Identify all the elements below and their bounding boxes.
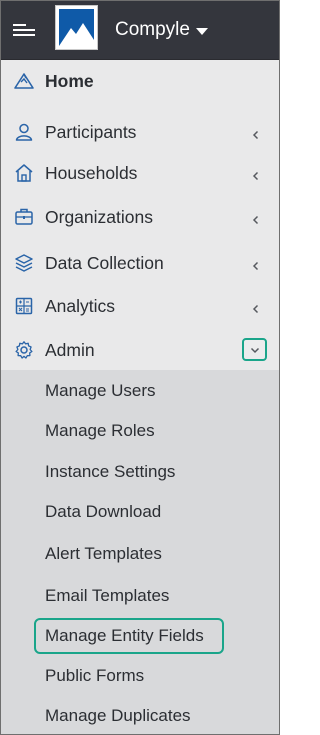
- brand-switcher[interactable]: Compyle: [115, 19, 208, 41]
- nav-item-analytics[interactable]: Analytics: [1, 286, 279, 326]
- nav-item-home[interactable]: Home: [1, 61, 279, 101]
- submenu-item-data-download[interactable]: Data Download: [45, 502, 161, 522]
- chevron-down-icon: [250, 347, 259, 353]
- nav-item-admin[interactable]: Admin: [1, 330, 279, 370]
- chevron-left-icon: [251, 127, 261, 140]
- submenu-item-alert-templates[interactable]: Alert Templates: [45, 544, 162, 564]
- nav-item-participants[interactable]: Participants: [1, 112, 279, 152]
- nav-item-households[interactable]: Households: [1, 153, 279, 193]
- nav-item-organizations[interactable]: Organizations: [1, 197, 279, 237]
- submenu-item-manage-users[interactable]: Manage Users: [45, 381, 156, 401]
- nav-item-label: Households: [45, 162, 138, 183]
- mountain-logo-icon[interactable]: [55, 5, 98, 50]
- submenu-item-instance-settings[interactable]: Instance Settings: [45, 462, 175, 482]
- gear-icon: [13, 339, 35, 361]
- submenu-item-manage-entity-fields[interactable]: Manage Entity Fields: [45, 626, 204, 646]
- nav-item-label: Participants: [45, 121, 137, 142]
- nav-item-label: Organizations: [45, 206, 153, 227]
- nav-item-label: Admin: [45, 339, 95, 360]
- admin-collapse-toggle[interactable]: [242, 338, 267, 361]
- nav-item-data-collection[interactable]: Data Collection: [1, 243, 279, 283]
- nav-item-label: Home: [45, 70, 94, 91]
- chevron-left-icon: [251, 258, 261, 271]
- brand-name: Compyle: [115, 19, 190, 40]
- chevron-left-icon: [251, 301, 261, 314]
- submenu-item-manage-duplicates[interactable]: Manage Duplicates: [45, 706, 191, 726]
- chevron-left-icon: [251, 212, 261, 225]
- sidebar-panel: Compyle Home Participants Households Org…: [0, 0, 280, 735]
- submenu-item-public-forms[interactable]: Public Forms: [45, 666, 144, 686]
- layers-icon: [13, 252, 35, 274]
- chevron-left-icon: [251, 168, 261, 181]
- house-icon: [13, 162, 35, 184]
- calculator-icon: [13, 295, 35, 317]
- triangle-home-icon: [13, 70, 35, 92]
- user-icon: [13, 121, 35, 143]
- caret-down-icon: [195, 27, 208, 35]
- submenu-item-email-templates[interactable]: Email Templates: [45, 586, 169, 606]
- nav-item-label: Data Collection: [45, 252, 164, 273]
- nav-item-label: Analytics: [45, 295, 116, 316]
- briefcase-icon: [13, 206, 35, 228]
- hamburger-icon[interactable]: [11, 19, 37, 41]
- sidebar-header: Compyle: [1, 1, 279, 60]
- submenu-item-manage-roles[interactable]: Manage Roles: [45, 421, 155, 441]
